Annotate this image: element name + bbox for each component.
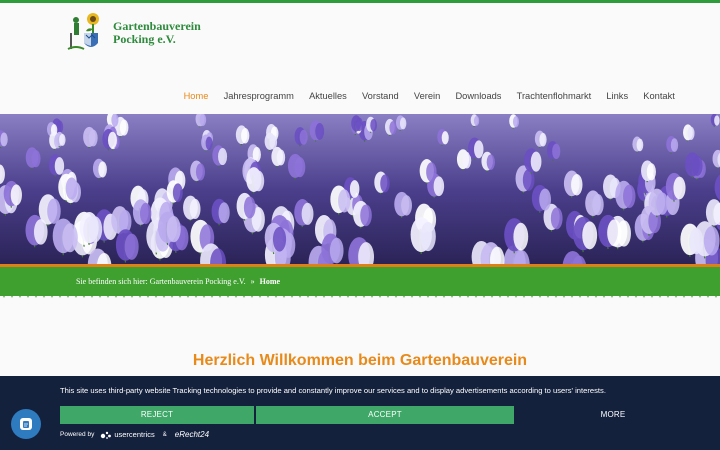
reject-button[interactable]: REJECT bbox=[60, 406, 254, 424]
brand-line-2: Pocking e.V. bbox=[113, 32, 176, 46]
consent-text: This site uses third-party website Track… bbox=[60, 386, 606, 395]
powered-by-label: Powered by bbox=[60, 431, 95, 438]
breadcrumb: Sie befinden sich hier: Gartenbauverein … bbox=[76, 277, 280, 286]
usercentrics-logo[interactable]: usercentrics bbox=[100, 430, 155, 439]
nav-item-downloads[interactable]: Downloads bbox=[448, 86, 509, 106]
nav-item-links[interactable]: Links bbox=[599, 86, 636, 106]
erecht24-logo[interactable]: eRecht24 bbox=[175, 430, 209, 439]
nav-item-vorstand[interactable]: Vorstand bbox=[354, 86, 406, 106]
accept-button[interactable]: ACCEPT bbox=[256, 406, 514, 424]
breadcrumb-parent-link[interactable]: Gartenbauverein Pocking e.V. bbox=[150, 277, 246, 286]
usercentrics-name: usercentrics bbox=[114, 430, 155, 439]
breadcrumb-prefix: Sie befinden sich hier: bbox=[76, 277, 148, 286]
usercentrics-icon bbox=[101, 431, 112, 439]
nav-item-jahresprogramm[interactable]: Jahresprogramm bbox=[216, 86, 301, 106]
main-nav: Home Jahresprogramm Aktuelles Vorstand V… bbox=[176, 86, 682, 106]
brand-name[interactable]: Gartenbauverein Pocking e.V. bbox=[113, 20, 201, 46]
consent-settings-button[interactable] bbox=[11, 409, 41, 439]
nav-item-aktuelles[interactable]: Aktuelles bbox=[301, 86, 354, 106]
crocus-field-illustration bbox=[0, 114, 720, 266]
provider-ampersand: & bbox=[162, 431, 167, 438]
breadcrumb-separator: » bbox=[250, 277, 255, 286]
hero-crocus-image bbox=[0, 114, 720, 266]
nav-item-home[interactable]: Home bbox=[176, 86, 216, 106]
more-button[interactable]: MORE bbox=[516, 406, 710, 424]
nav-item-trachtenflohmarkt[interactable]: Trachtenflohmarkt bbox=[509, 86, 599, 106]
breadcrumb-current: Home bbox=[259, 277, 281, 286]
grass-edge bbox=[0, 290, 720, 298]
welcome-heading: Herzlich Willkommen beim Gartenbauverein bbox=[192, 352, 528, 369]
nav-item-kontakt[interactable]: Kontakt bbox=[636, 86, 683, 106]
powered-by: Powered by usercentrics & eRecht24 bbox=[60, 430, 209, 439]
cookie-consent-banner: This site uses third-party website Track… bbox=[0, 376, 720, 450]
site-header: Gartenbauverein Pocking e.V. Home Jahres… bbox=[0, 3, 720, 114]
site-logo-icon[interactable] bbox=[66, 11, 106, 53]
cookie-settings-icon bbox=[20, 418, 32, 430]
nav-item-verein[interactable]: Verein bbox=[406, 86, 448, 106]
